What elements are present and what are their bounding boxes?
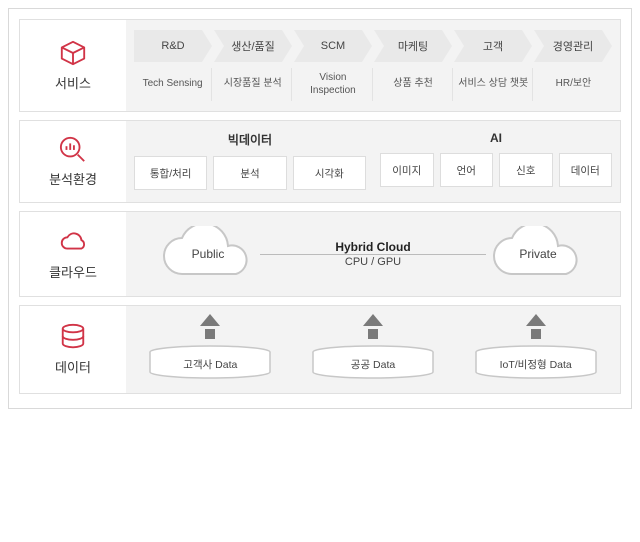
row-analysis-left: 분석환경 <box>20 121 126 202</box>
row-data-label: 데이터 <box>55 357 91 376</box>
arrow-up-icon <box>363 314 383 326</box>
cloud-public-label: Public <box>192 247 225 261</box>
cylinder-customer-label: 고객사 Data <box>183 357 237 372</box>
cylinder-public: 공공 Data <box>310 345 436 381</box>
row-data: 데이터 고객사 Data 공공 Data <box>19 305 621 394</box>
hybrid-cloud-title: Hybrid Cloud <box>331 240 414 254</box>
row-service-label: 서비스 <box>55 73 91 92</box>
box-visualization: 시각화 <box>293 156 366 190</box>
arrow-up-icon <box>200 314 220 326</box>
box-analysis: 분석 <box>213 156 286 190</box>
group-bigdata: 빅데이터 통합/처리 분석 시각화 <box>134 131 366 190</box>
analysis-groups: 빅데이터 통합/처리 분석 시각화 AI 이미지 언어 신호 데이터 <box>134 131 612 190</box>
stage-production: 생산/품질 <box>214 30 292 62</box>
sub-vision-inspection: Vision Inspection <box>294 68 372 101</box>
row-service: 서비스 R&D 생산/품질 SCM 마케팅 고객 경영관리 Tech Sensi… <box>19 19 621 112</box>
cylinder-iot: IoT/비정형 Data <box>473 345 599 381</box>
chart-magnifier-icon <box>58 135 88 163</box>
cloud-connector-line <box>260 254 486 255</box>
service-subs: Tech Sensing 시장품질 분석 Vision Inspection 상… <box>134 68 612 101</box>
cylinder-customer: 고객사 Data <box>147 345 273 381</box>
box-icon <box>58 39 88 67</box>
sub-product-reco: 상품 추천 <box>375 68 453 101</box>
row-service-right: R&D 생산/품질 SCM 마케팅 고객 경영관리 Tech Sensing 시… <box>126 20 620 111</box>
cloud-private: Private <box>482 226 594 282</box>
sub-market-quality: 시장품질 분석 <box>214 68 292 101</box>
stage-rd: R&D <box>134 30 212 62</box>
group-bigdata-boxes: 통합/처리 분석 시각화 <box>134 156 366 190</box>
diagram-frame: 서비스 R&D 생산/품질 SCM 마케팅 고객 경영관리 Tech Sensi… <box>8 8 632 409</box>
cpu-gpu-label: CPU / GPU <box>341 256 405 268</box>
data-col-public: 공공 Data <box>297 314 450 381</box>
stage-management: 경영관리 <box>534 30 612 62</box>
row-analysis-right: 빅데이터 통합/처리 분석 시각화 AI 이미지 언어 신호 데이터 <box>126 121 620 202</box>
row-data-left: 데이터 <box>20 306 126 393</box>
group-ai-boxes: 이미지 언어 신호 데이터 <box>380 153 612 187</box>
row-cloud-right: Public Hybrid Cloud CPU / GPU Private <box>126 212 620 296</box>
stage-customer: 고객 <box>454 30 532 62</box>
stage-scm: SCM <box>294 30 372 62</box>
box-signal: 신호 <box>499 153 553 187</box>
sub-chatbot: 서비스 상담 챗봇 <box>455 68 533 101</box>
cloud-middle: Hybrid Cloud CPU / GPU <box>264 240 482 268</box>
box-integration: 통합/처리 <box>134 156 207 190</box>
sub-hr-security: HR/보안 <box>535 68 612 101</box>
row-cloud-label: 클라우드 <box>49 262 97 281</box>
cylinder-iot-label: IoT/비정형 Data <box>500 357 572 372</box>
row-cloud: 클라우드 Public Hybrid Cloud CPU / GPU Priva… <box>19 211 621 297</box>
database-icon <box>58 323 88 351</box>
row-service-left: 서비스 <box>20 20 126 111</box>
box-language: 언어 <box>440 153 494 187</box>
data-col-customer: 고객사 Data <box>134 314 287 381</box>
row-cloud-left: 클라우드 <box>20 212 126 296</box>
group-ai-title: AI <box>380 131 612 145</box>
arrow-stem <box>205 329 215 339</box>
box-data: 데이터 <box>559 153 613 187</box>
row-data-right: 고객사 Data 공공 Data IoT/비정형 Data <box>126 306 620 393</box>
cylinder-public-label: 공공 Data <box>351 357 395 372</box>
arrow-up-icon <box>526 314 546 326</box>
arrow-stem <box>368 329 378 339</box>
data-col-iot: IoT/비정형 Data <box>459 314 612 381</box>
group-bigdata-title: 빅데이터 <box>134 131 366 148</box>
service-stages: R&D 생산/품질 SCM 마케팅 고객 경영관리 <box>134 30 612 62</box>
sub-tech-sensing: Tech Sensing <box>134 68 212 101</box>
cloud-public: Public <box>152 226 264 282</box>
row-analysis: 분석환경 빅데이터 통합/처리 분석 시각화 AI 이미지 언어 <box>19 120 621 203</box>
box-image: 이미지 <box>380 153 434 187</box>
arrow-stem <box>531 329 541 339</box>
row-analysis-label: 분석환경 <box>49 169 97 188</box>
cloud-icon <box>58 228 88 256</box>
stage-marketing: 마케팅 <box>374 30 452 62</box>
cloud-private-label: Private <box>519 247 556 261</box>
group-ai: AI 이미지 언어 신호 데이터 <box>380 131 612 190</box>
